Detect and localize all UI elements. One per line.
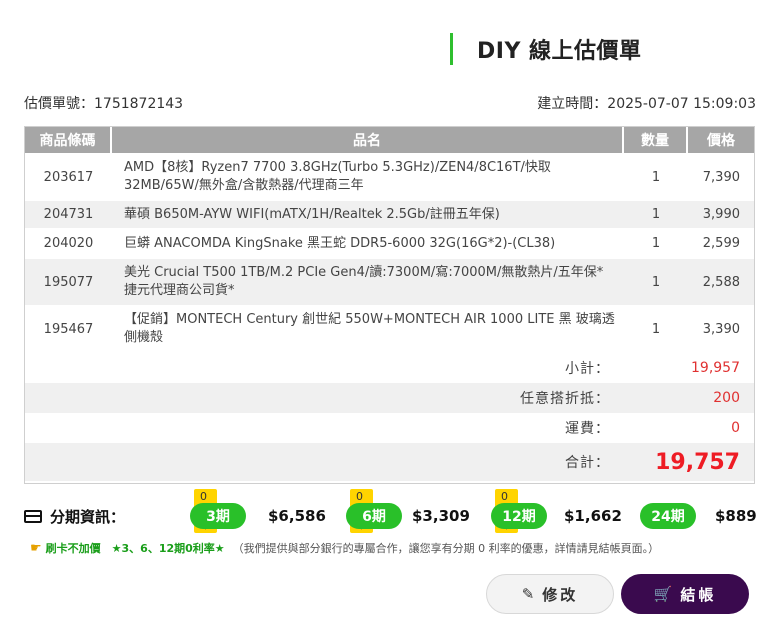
checkout-button[interactable]: 🛒 結帳	[621, 574, 749, 614]
discount-row: 任意搭折抵： 200	[25, 383, 754, 413]
col-header-code: 商品條碼	[25, 127, 112, 153]
subtotal-value: 19,957	[691, 360, 740, 376]
note-highlight: 刷卡不加價 ★3、6、12期0利率★	[45, 542, 225, 555]
installment-amount: $6,586	[268, 507, 326, 525]
product-code: 203617	[43, 169, 94, 185]
installment-term: 3期	[190, 503, 246, 529]
shipping-label: 運費：	[565, 421, 610, 437]
installment-amount: $3,309	[412, 507, 470, 525]
table-row: 195467 【促銷】MONTECH Century 創世紀 550W+MONT…	[25, 305, 754, 353]
product-code: 195077	[43, 274, 94, 290]
col-header-name: 品名	[112, 127, 624, 153]
table-row: 204731 華碩 B650M-AYW WIFI(mATX/1H/Realtek…	[25, 201, 754, 228]
installment-label: 分期資訊：	[24, 506, 125, 527]
total-value: 19,757	[655, 449, 740, 475]
created-time: 建立時間：2025-07-07 15:09:03	[537, 96, 756, 112]
product-code: 204020	[43, 236, 94, 251]
product-price: 2,599	[702, 236, 740, 251]
installment-amount: $889	[715, 507, 757, 525]
product-qty: 1	[651, 321, 661, 337]
note-text: （我們提供與部分銀行的專屬合作，讓您享有分期 0 利率的優惠，詳情請見結帳頁面。…	[232, 542, 660, 555]
credit-card-icon	[24, 510, 42, 523]
subtotal-row: 小計： 19,957	[25, 353, 754, 383]
installment-term: 6期	[346, 503, 402, 529]
table-header: 商品條碼 品名 數量 價格	[25, 127, 754, 153]
table-row: 195077 美光 Crucial T500 1TB/M.2 PCIe Gen4…	[25, 259, 754, 305]
table-row: 204020 巨蟒 ANACOMDA KingSnake 黑王蛇 DDR5-60…	[25, 228, 754, 259]
discount-value: 200	[713, 390, 740, 406]
quote-number: 估價單號：1751872143	[24, 96, 184, 112]
pointing-hand-icon: ☛	[30, 540, 42, 556]
edit-button-label: 修改	[542, 585, 579, 604]
product-qty: 1	[651, 207, 661, 222]
product-code: 195467	[43, 321, 94, 337]
quote-table: 商品條碼 品名 數量 價格 203617 AMD【8核】Ryzen7 7700 …	[24, 126, 755, 484]
product-qty: 1	[651, 169, 661, 185]
total-row: 合計： 19,757	[25, 443, 754, 481]
total-label: 合計：	[565, 455, 610, 471]
installment-note: ☛ 刷卡不加價 ★3、6、12期0利率★ （我們提供與部分銀行的專屬合作，讓您享…	[30, 540, 659, 556]
table-row: 203617 AMD【8核】Ryzen7 7700 3.8GHz(Turbo 5…	[25, 153, 754, 201]
product-name: 美光 Crucial T500 1TB/M.2 PCIe Gen4/讀:7300…	[124, 265, 604, 298]
page-title: DIY 線上估價單	[477, 39, 642, 64]
cart-icon: 🛒	[653, 585, 673, 603]
product-price: 7,390	[702, 169, 740, 185]
shipping-value: 0	[731, 420, 740, 436]
col-header-qty: 數量	[624, 127, 688, 153]
product-name: 巨蟒 ANACOMDA KingSnake 黑王蛇 DDR5-6000 32G(…	[124, 235, 556, 251]
subtotal-label: 小計：	[565, 361, 610, 377]
installment-amount: $1,662	[564, 507, 622, 525]
product-name: 華碩 B650M-AYW WIFI(mATX/1H/Realtek 2.5Gb/…	[124, 206, 500, 222]
page-header: DIY 線上估價單	[450, 33, 642, 65]
col-header-price: 價格	[707, 133, 735, 149]
pencil-icon: ✎	[521, 585, 535, 603]
installment-label-text: 分期資訊：	[50, 508, 126, 526]
title-accent-bar	[450, 33, 453, 65]
installment-term: 12期	[491, 503, 547, 529]
product-qty: 1	[651, 236, 661, 251]
product-price: 2,588	[702, 274, 740, 290]
discount-label: 任意搭折抵：	[520, 391, 610, 407]
edit-button[interactable]: ✎ 修改	[486, 574, 614, 614]
shipping-row: 運費： 0	[25, 413, 754, 443]
product-name: AMD【8核】Ryzen7 7700 3.8GHz(Turbo 5.3GHz)/…	[124, 160, 551, 193]
product-qty: 1	[651, 274, 661, 290]
product-name: 【促銷】MONTECH Century 創世紀 550W+MONTECH AIR…	[124, 312, 615, 345]
product-price: 3,990	[702, 207, 740, 222]
product-code: 204731	[43, 207, 94, 222]
product-price: 3,390	[702, 321, 740, 337]
installment-info: 分期資訊： 0利率 3期 $6,586 0利率 6期 $3,309 0利率 12…	[24, 489, 764, 533]
installment-term: 24期	[640, 503, 696, 529]
checkout-button-label: 結帳	[680, 585, 717, 604]
